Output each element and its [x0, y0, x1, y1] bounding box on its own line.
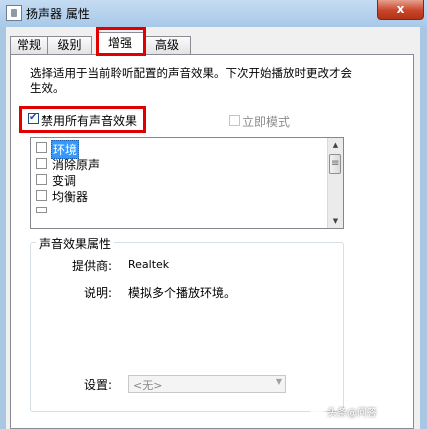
scroll-thumb[interactable]	[329, 154, 341, 174]
watermark-text: 头条@问答	[327, 408, 377, 419]
close-button[interactable]: x	[377, 0, 424, 20]
provider-value: Realtek	[128, 258, 170, 271]
provider-label: 提供商:	[71, 259, 112, 273]
dialog-body: 常规 级别 增强 高级 选择适用于当前聆听配置的声音效果。下次开始播放时更改才会…	[6, 27, 420, 429]
enhancement-description: 选择适用于当前聆听配置的声音效果。下次开始播放时更改才会生效。	[30, 66, 352, 95]
tab-advanced[interactable]: 高级	[143, 36, 191, 54]
properties-group-title: 声音效果属性	[36, 235, 115, 252]
tab-highlight-box	[96, 27, 146, 56]
watermark-icon	[310, 402, 324, 416]
effect-checkbox	[36, 207, 47, 213]
title-bar[interactable]: 扬声器 属性 x	[0, 0, 427, 27]
tab-general[interactable]: 常规	[10, 36, 48, 54]
speaker-icon	[6, 5, 22, 21]
immediate-mode-checkbox[interactable]	[229, 115, 240, 126]
tab-levels[interactable]: 级别	[47, 36, 92, 54]
description-label: 说明:	[83, 286, 112, 300]
effect-label[interactable]: 均衡器	[51, 188, 89, 205]
settings-dropdown-value: <无>	[133, 379, 163, 392]
settings-dropdown[interactable]: <无> ▼	[128, 375, 286, 393]
effect-checkbox[interactable]	[36, 174, 47, 185]
scroll-down-icon[interactable]: ▼	[328, 214, 343, 228]
effects-list[interactable]: 环境 消除原声 变调 均衡器 ▲ ▼	[30, 137, 344, 229]
chevron-down-icon: ▼	[275, 377, 282, 386]
window-title: 扬声器 属性	[26, 7, 90, 21]
effect-label[interactable]: 消除原声	[51, 156, 101, 173]
list-scrollbar[interactable]: ▲ ▼	[327, 138, 343, 228]
effect-checkbox[interactable]	[36, 158, 47, 169]
scroll-up-icon[interactable]: ▲	[328, 138, 343, 152]
immediate-mode-label[interactable]: 立即模式	[242, 113, 290, 130]
settings-label: 设置:	[83, 378, 112, 392]
effect-checkbox[interactable]	[36, 142, 47, 153]
effect-checkbox[interactable]	[36, 190, 47, 201]
effect-label[interactable]: 变调	[51, 172, 77, 189]
description-value: 模拟多个播放环境。	[128, 286, 237, 300]
disable-highlight-box	[19, 106, 146, 133]
